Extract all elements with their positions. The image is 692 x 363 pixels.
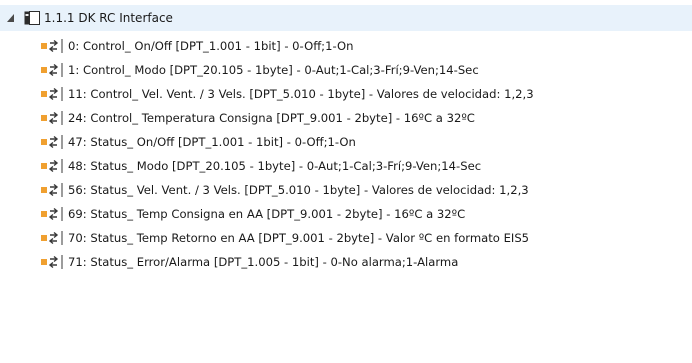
group-object-label: 11: Control_ Vel. Vent. / 3 Vels. [DPT_5…	[68, 87, 534, 101]
group-object-icon	[41, 183, 63, 197]
group-object-label: 56: Status_ Vel. Vent. / 3 Vels. [DPT_5.…	[68, 183, 529, 197]
group-object-icon	[41, 255, 63, 269]
group-object-label: 71: Status_ Error/Alarma [DPT_1.005 - 1b…	[68, 255, 459, 269]
group-object-icon	[41, 63, 63, 77]
group-object-icon	[41, 39, 63, 53]
group-object-icon	[41, 111, 63, 125]
group-object-row[interactable]: 47: Status_ On/Off [DPT_1.001 - 1bit] - …	[0, 131, 692, 153]
group-object-row[interactable]: 24: Control_ Temperatura Consigna [DPT_9…	[0, 107, 692, 129]
group-object-row[interactable]: 1: Control_ Modo [DPT_20.105 - 1byte] - …	[0, 59, 692, 81]
group-object-row[interactable]: 11: Control_ Vel. Vent. / 3 Vels. [DPT_5…	[0, 83, 692, 105]
group-object-label: 47: Status_ On/Off [DPT_1.001 - 1bit] - …	[68, 135, 356, 149]
group-object-row[interactable]: 70: Status_ Temp Retorno en AA [DPT_9.00…	[0, 227, 692, 249]
group-object-label: 48: Status_ Modo [DPT_20.105 - 1byte] - …	[68, 159, 482, 173]
group-object-label: 69: Status_ Temp Consigna en AA [DPT_9.0…	[68, 207, 466, 221]
group-object-icon	[41, 135, 63, 149]
group-object-icon	[41, 207, 63, 221]
group-object-label: 0: Control_ On/Off [DPT_1.001 - 1bit] - …	[68, 39, 354, 53]
device-label: 1.1.1 DK RC Interface	[44, 11, 173, 25]
object-tree: 1.1.1 DK RC Interface 0: Control_ On/Off…	[0, 0, 692, 363]
group-object-icon	[41, 87, 63, 101]
group-object-icon	[41, 231, 63, 245]
group-object-label: 1: Control_ Modo [DPT_20.105 - 1byte] - …	[68, 63, 479, 77]
group-object-icon	[41, 159, 63, 173]
group-object-label: 24: Control_ Temperatura Consigna [DPT_9…	[68, 111, 475, 125]
knx-device-icon	[24, 11, 40, 25]
expanded-triangle-icon[interactable]	[6, 13, 16, 23]
group-object-label: 70: Status_ Temp Retorno en AA [DPT_9.00…	[68, 231, 530, 245]
group-object-row[interactable]: 71: Status_ Error/Alarma [DPT_1.005 - 1b…	[0, 251, 692, 273]
group-object-row[interactable]: 69: Status_ Temp Consigna en AA [DPT_9.0…	[0, 203, 692, 225]
group-object-row[interactable]: 56: Status_ Vel. Vent. / 3 Vels. [DPT_5.…	[0, 179, 692, 201]
group-object-row[interactable]: 0: Control_ On/Off [DPT_1.001 - 1bit] - …	[0, 35, 692, 57]
group-object-row[interactable]: 48: Status_ Modo [DPT_20.105 - 1byte] - …	[0, 155, 692, 177]
tree-root-device[interactable]: 1.1.1 DK RC Interface	[0, 5, 692, 31]
